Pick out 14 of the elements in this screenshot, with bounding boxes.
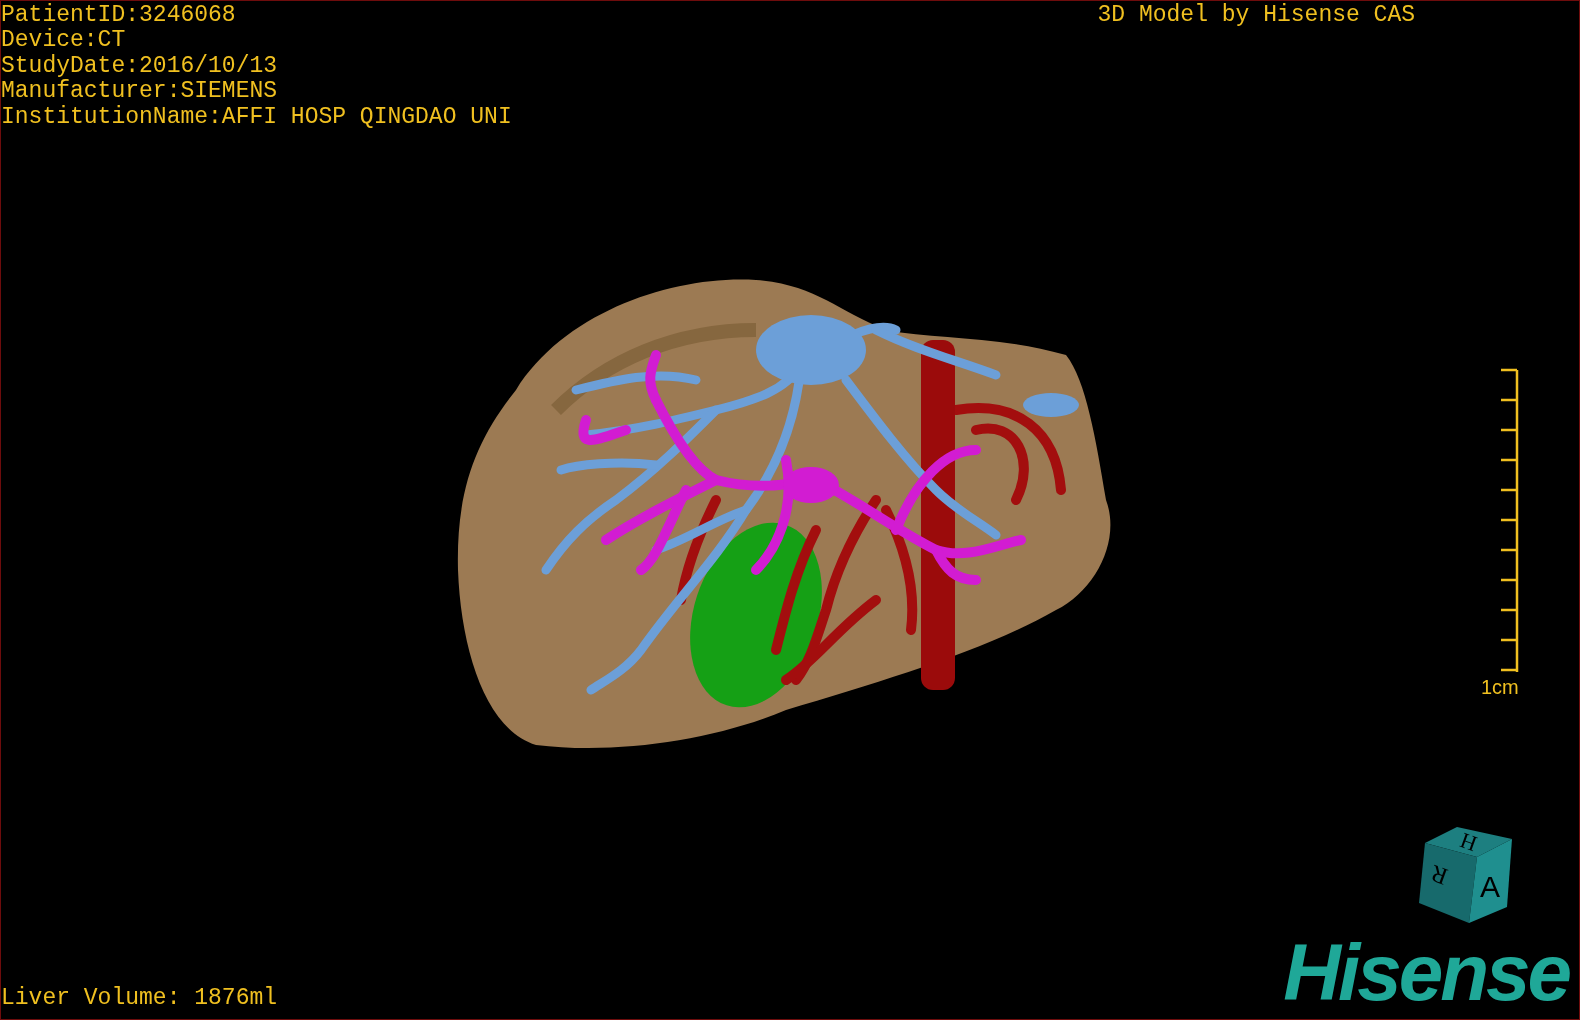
scale-label: 1cm — [1481, 676, 1519, 699]
patient-info-text: PatientID:3246068 — [1, 3, 237, 28]
liver-volume-text: Liver Volume: 1876ml — [1, 986, 278, 1011]
orientation-cube[interactable]: H R A — [1417, 825, 1517, 925]
patient-info-text: Device:CT — [1, 28, 127, 54]
viewer-title: 3D Model by Hisense CAS — [1097, 1, 1415, 30]
scale-ruler-icon — [1499, 368, 1519, 675]
cube-face-label: A — [1480, 870, 1500, 903]
cube-face-label: R — [1427, 860, 1451, 890]
cube-face-label: H — [1456, 827, 1481, 857]
brand-logo: Hisense — [1283, 931, 1571, 1015]
patient-info-text: StudyDate:2016/10/13 — [1, 53, 279, 79]
patient-info-text: Manufacturer:SIEMENS — [1, 79, 279, 105]
patient-info-text: InstitutionName:AFFI HOSP QINGDAO UNI — [1, 104, 512, 131]
